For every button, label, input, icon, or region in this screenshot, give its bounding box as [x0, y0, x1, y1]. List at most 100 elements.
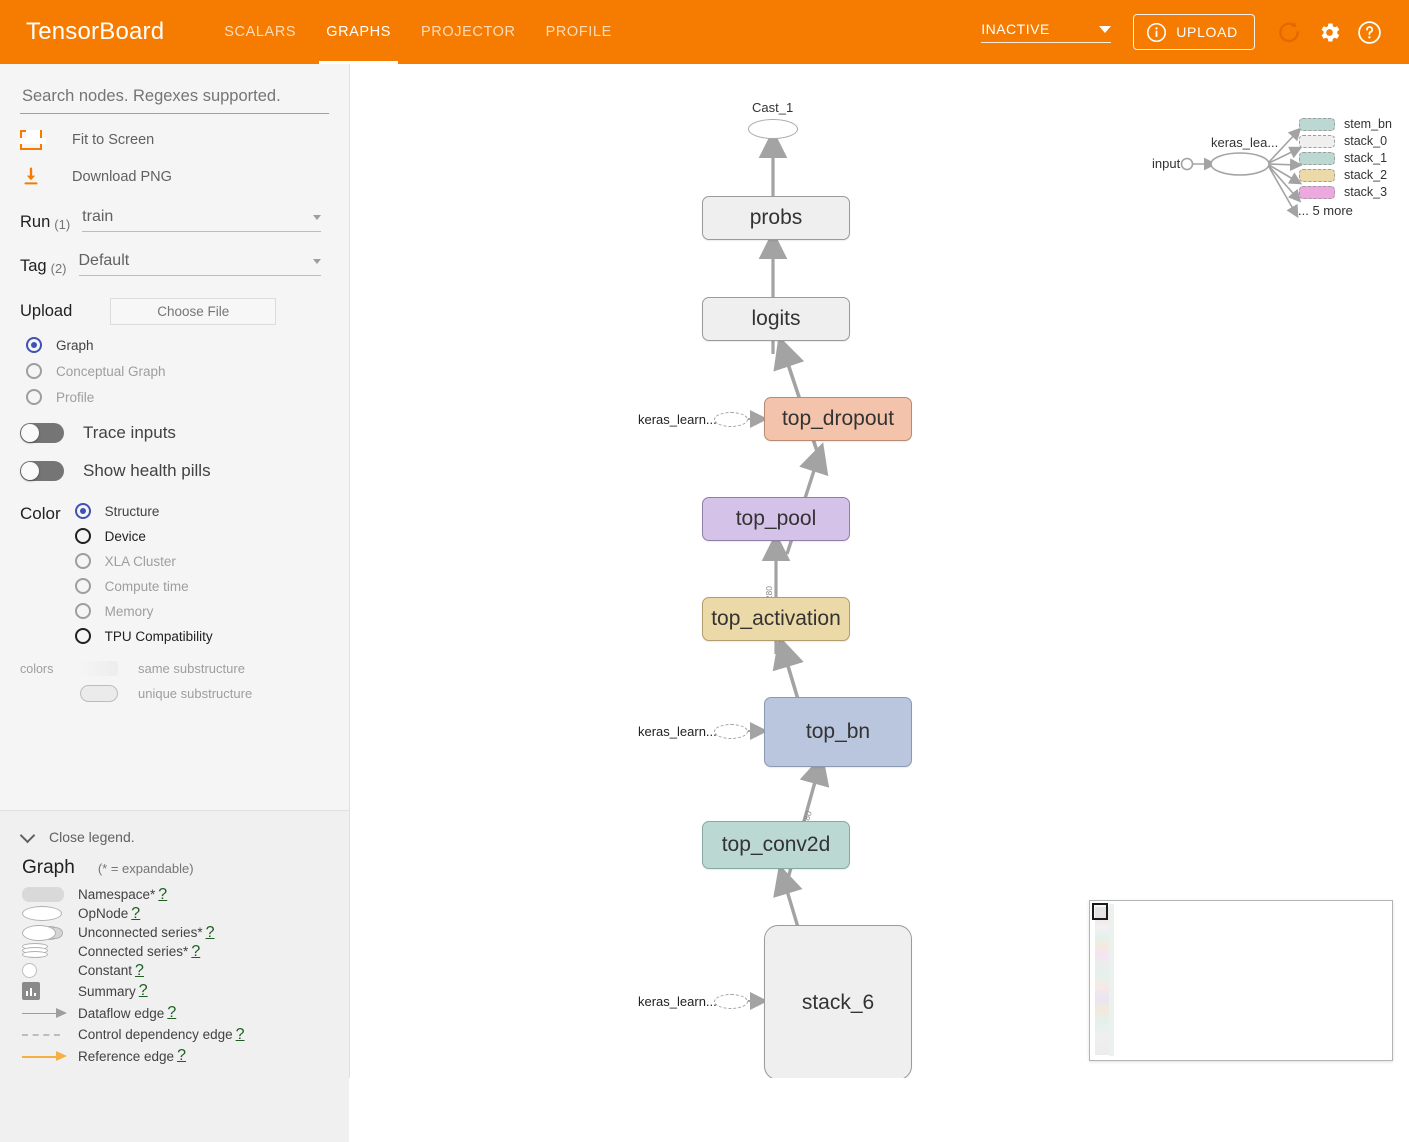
- legend-summary-help[interactable]: ?: [139, 982, 148, 1000]
- node-top-conv2d[interactable]: top_conv2d: [702, 821, 850, 869]
- side-input-node-top-bn[interactable]: [714, 724, 748, 739]
- upload-button[interactable]: UPLOAD: [1133, 14, 1255, 50]
- minimap-viewport-rect[interactable]: [1092, 903, 1108, 920]
- refresh-button[interactable]: [1269, 12, 1309, 52]
- node-stack-6[interactable]: stack_6: [764, 925, 912, 1078]
- graph-legend: Close legend. Graph (* = expandable) Nam…: [0, 810, 349, 1142]
- chevron-down-icon: [19, 827, 36, 843]
- radio-compute-time-label: Compute time: [104, 578, 189, 594]
- radio-tpu-compatibility-indicator: [74, 628, 91, 644]
- legend-item-namespace: Namespace* ?: [22, 885, 349, 904]
- radio-compute-time-indicator: [74, 578, 91, 594]
- legend-item-summary: Summary ?: [22, 980, 349, 1002]
- node-logits[interactable]: logits: [702, 297, 850, 341]
- side-input-node-top-dropout[interactable]: [714, 412, 748, 427]
- radio-profile[interactable]: Profile: [26, 389, 349, 405]
- radio-compute-time[interactable]: Compute time: [74, 578, 213, 594]
- legend-reference-edge-help[interactable]: ?: [177, 1047, 186, 1065]
- help-button[interactable]: [1349, 12, 1389, 52]
- swatch-plain: [80, 685, 118, 702]
- choose-file-button[interactable]: Choose File: [110, 298, 277, 325]
- radio-profile-label: Profile: [56, 389, 95, 405]
- legend-opnode-label: OpNode: [78, 906, 129, 921]
- trace-inputs-panel: input keras_lea... stem_bn stack_0 stack…: [1140, 104, 1392, 234]
- trace-target-stack-1[interactable]: stack_1: [1299, 151, 1387, 165]
- trace-label-stack-1: stack_1: [1344, 151, 1388, 165]
- run-selector-dropdown[interactable]: train: [82, 208, 321, 232]
- opnode-icon: [22, 906, 78, 921]
- legend-subtitle: (* = expandable): [97, 861, 194, 876]
- refresh-icon: [1279, 21, 1299, 43]
- tab-profile[interactable]: PROFILE: [531, 0, 627, 64]
- top-app-bar: TensorBoard SCALARS GRAPHS PROJECTOR PRO…: [0, 0, 1409, 64]
- radio-tpu-compatibility[interactable]: TPU Compatibility: [74, 628, 213, 644]
- show-health-pills-toggle[interactable]: Show health pills: [20, 461, 349, 481]
- dataflow-edge-icon: [22, 1008, 78, 1018]
- side-input-label-stack-6: keras_learn...: [638, 994, 717, 1009]
- node-top-activation[interactable]: top_activation: [702, 597, 850, 641]
- radio-xla-cluster-indicator: [74, 553, 91, 569]
- minimap-graph-thumbnail: [1095, 907, 1109, 1055]
- trace-chip-stack-1: [1299, 151, 1335, 165]
- legend-opnode-help[interactable]: ?: [131, 905, 140, 923]
- radio-xla-cluster[interactable]: XLA Cluster: [74, 553, 213, 569]
- tab-graphs[interactable]: GRAPHS: [311, 0, 406, 64]
- graph-minimap[interactable]: [1089, 900, 1393, 1061]
- legend-item-constant: Constant ?: [22, 961, 349, 980]
- radio-graph-label: Graph: [56, 337, 94, 353]
- node-top-bn[interactable]: top_bn: [764, 697, 912, 767]
- color-mode-block: Color Structure Device XLA Cluster Compu…: [20, 503, 349, 653]
- info-icon: [1147, 22, 1167, 42]
- legend-dataflow-edge-label: Dataflow edge: [78, 1005, 165, 1021]
- node-cast1[interactable]: [748, 119, 798, 139]
- legend-control-dependency-edge-help[interactable]: ?: [236, 1026, 245, 1044]
- radio-device-label: Device: [104, 528, 146, 544]
- legend-dataflow-edge-help[interactable]: ?: [167, 1004, 176, 1022]
- radio-structure[interactable]: Structure: [74, 503, 213, 519]
- trace-target-stem-bn[interactable]: stem_bn: [1299, 117, 1392, 131]
- settings-button[interactable]: [1309, 12, 1349, 52]
- close-legend-button[interactable]: Close legend.: [19, 827, 349, 845]
- trace-target-stack-2[interactable]: stack_2: [1299, 168, 1387, 182]
- upload-row: Upload Choose File: [20, 298, 349, 325]
- legend-constant-help[interactable]: ?: [135, 962, 144, 980]
- fit-to-screen-label: Fit to Screen: [72, 132, 155, 148]
- chevron-down-icon: [313, 258, 321, 264]
- radio-conceptual-graph[interactable]: Conceptual Graph: [26, 363, 349, 379]
- radio-graph[interactable]: Graph: [26, 337, 349, 353]
- radio-memory[interactable]: Memory: [74, 603, 213, 619]
- radio-structure-label: Structure: [104, 503, 160, 519]
- download-png-action[interactable]: Download PNG: [20, 166, 349, 188]
- radio-device[interactable]: Device: [74, 528, 213, 544]
- node-top-dropout[interactable]: top_dropout: [764, 397, 912, 441]
- legend-namespace-help[interactable]: ?: [158, 886, 167, 904]
- main-nav-tabs: SCALARS GRAPHS PROJECTOR PROFILE: [209, 0, 627, 64]
- trace-inputs-toggle[interactable]: Trace inputs: [20, 423, 349, 443]
- radio-memory-label: Memory: [104, 603, 154, 619]
- tag-selector-dropdown[interactable]: Default: [78, 252, 321, 276]
- node-probs[interactable]: probs: [702, 196, 850, 240]
- show-health-pills-switch: [20, 461, 64, 481]
- legend-unconnected-series-help[interactable]: ?: [206, 924, 215, 942]
- tag-selector-count: (2): [50, 261, 67, 276]
- radio-memory-indicator: [74, 603, 91, 619]
- graph-canvas[interactable]: ?x1000 ?x1000 ?x1280 ?x1280 ?x?x?x1280 3…: [350, 64, 1409, 1078]
- close-legend-label: Close legend.: [49, 829, 135, 845]
- fit-to-screen-action[interactable]: Fit to Screen: [20, 130, 349, 150]
- run-selector-key: Run: [20, 213, 51, 231]
- legend-connected-series-help[interactable]: ?: [191, 943, 200, 961]
- trace-inputs-switch: [20, 423, 64, 443]
- trace-label-stem-bn: stem_bn: [1344, 117, 1392, 131]
- summary-icon: [22, 982, 78, 1000]
- side-input-node-stack-6[interactable]: [714, 994, 748, 1009]
- trace-target-stack-3[interactable]: stack_3: [1299, 185, 1387, 199]
- trace-target-stack-0[interactable]: stack_0: [1299, 134, 1387, 148]
- tab-scalars[interactable]: SCALARS: [209, 0, 311, 64]
- tab-projector[interactable]: PROJECTOR: [406, 0, 531, 64]
- node-top-pool[interactable]: top_pool: [702, 497, 850, 541]
- search-input[interactable]: [20, 86, 329, 107]
- trace-chip-stack-2: [1299, 168, 1335, 182]
- run-status-dropdown[interactable]: INACTIVE: [981, 21, 1112, 43]
- swatch-unique-substructure-label: unique substructure: [138, 686, 253, 701]
- radio-conceptual-graph-label: Conceptual Graph: [56, 363, 166, 379]
